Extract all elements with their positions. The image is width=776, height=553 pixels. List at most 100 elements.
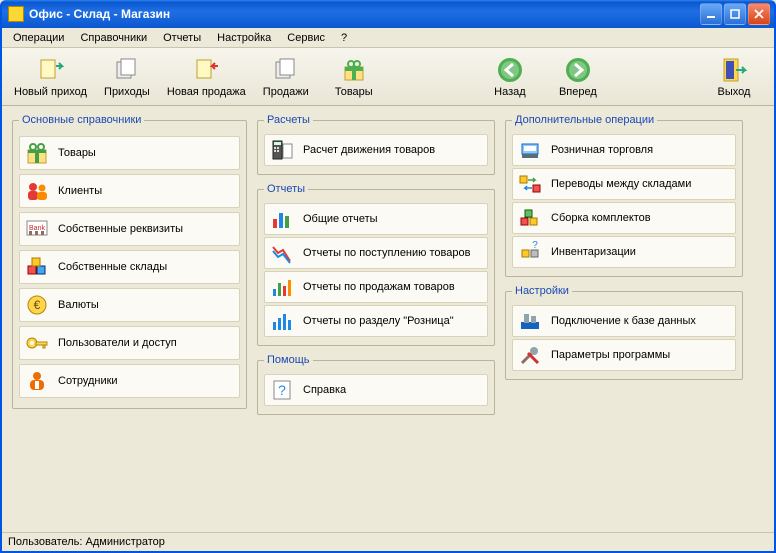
panel_settings-item[interactable]: Подключение к базе данных bbox=[512, 305, 736, 337]
panel_extra-item[interactable]: Сборка комплектов bbox=[512, 202, 736, 234]
panel_main-item[interactable]: Клиенты bbox=[19, 174, 240, 208]
panel_reports-item[interactable]: Отчеты по разделу "Розница" bbox=[264, 305, 488, 337]
panel_extra-item[interactable]: Розничная торговля bbox=[512, 134, 736, 166]
panel_main-item[interactable]: Товары bbox=[19, 136, 240, 170]
panel_extra-item-label: Переводы между складами bbox=[551, 178, 691, 190]
panel-settings-title: Настройки bbox=[512, 285, 572, 297]
panel_reports-item-label: Отчеты по продажам товаров bbox=[303, 281, 455, 293]
exit-icon bbox=[720, 56, 748, 84]
panel_settings-item-label: Подключение к базе данных bbox=[551, 315, 696, 327]
panel-reports: Отчеты Общие отчетыОтчеты по поступлению… bbox=[257, 183, 495, 346]
bar-chart-icon bbox=[269, 206, 295, 232]
help-icon: ? bbox=[269, 377, 295, 403]
svg-text:€: € bbox=[34, 298, 41, 312]
staff-icon bbox=[24, 368, 50, 394]
statusbar: Пользователь: Администратор bbox=[2, 532, 774, 551]
bars-blue-icon bbox=[269, 308, 295, 334]
panel_extra-item-label: Инвентаризации bbox=[551, 246, 636, 258]
panel_main-item[interactable]: Собственные склады bbox=[19, 250, 240, 284]
content-area: Основные справочники Товары Клиенты Bank Со… bbox=[2, 106, 774, 532]
panel_main-item[interactable]: €Валюты bbox=[19, 288, 240, 322]
app-icon bbox=[8, 6, 24, 22]
boxes-icon bbox=[24, 254, 50, 280]
toolbar: Новый приход Приходы Новая продажа Прода… bbox=[2, 48, 774, 106]
titlebar: Офис - Склад - Магазин bbox=[2, 0, 774, 28]
panel_settings-item-label: Параметры программы bbox=[551, 349, 670, 361]
key-icon bbox=[24, 330, 50, 356]
menu-references[interactable]: Справочники bbox=[73, 30, 154, 46]
panel_extra-item[interactable]: Переводы между складами bbox=[512, 168, 736, 200]
svg-text:?: ? bbox=[278, 382, 286, 398]
panel_reports-item[interactable]: Отчеты по продажам товаров bbox=[264, 271, 488, 303]
panel_main-item-label: Пользователи и доступ bbox=[58, 337, 177, 349]
panel_reports-item[interactable]: Отчеты по поступлению товаров bbox=[264, 237, 488, 269]
panel_main-item[interactable]: Пользователи и доступ bbox=[19, 326, 240, 360]
panel_reports-item-label: Отчеты по разделу "Розница" bbox=[303, 315, 454, 327]
panel_calc-item-label: Расчет движения товаров bbox=[303, 144, 435, 156]
calc-icon bbox=[269, 137, 295, 163]
panel-help: Помощь ?Справка bbox=[257, 354, 495, 415]
currency-icon: € bbox=[24, 292, 50, 318]
panel_help-item[interactable]: ? Справка bbox=[264, 374, 488, 406]
menubar: Операции Справочники Отчеты Настройка Се… bbox=[2, 28, 774, 48]
tb-new-sale-label: Новая продажа bbox=[167, 86, 246, 98]
panel_extra-item[interactable]: ? Инвентаризации bbox=[512, 236, 736, 268]
menu-settings[interactable]: Настройка bbox=[210, 30, 278, 46]
panel_extra-item-label: Розничная торговля bbox=[551, 144, 653, 156]
panel_main-item-label: Сотрудники bbox=[58, 375, 118, 387]
transfer-icon bbox=[517, 171, 543, 197]
panel_main-item-label: Клиенты bbox=[58, 185, 102, 197]
tb-goods[interactable]: Товары bbox=[320, 54, 388, 100]
tb-sales-label: Продажи bbox=[263, 86, 309, 98]
panel-calc: Расчеты Расчет движения товаров bbox=[257, 114, 495, 175]
window-title: Офис - Склад - Магазин bbox=[29, 7, 700, 21]
panel_reports-item[interactable]: Общие отчеты bbox=[264, 203, 488, 235]
panel-main-title: Основные справочники bbox=[19, 114, 144, 126]
tb-back[interactable]: Назад bbox=[476, 54, 544, 100]
panel_reports-item-label: Общие отчеты bbox=[303, 213, 378, 225]
status-user-label: Пользователь: bbox=[8, 536, 82, 548]
people-icon bbox=[24, 178, 50, 204]
tb-new-in-label: Новый приход bbox=[14, 86, 87, 98]
panel_main-item-label: Собственные реквизиты bbox=[58, 223, 183, 235]
tb-sales[interactable]: Продажи bbox=[252, 54, 320, 100]
menu-reports[interactable]: Отчеты bbox=[156, 30, 208, 46]
inventory-icon: ? bbox=[517, 239, 543, 265]
svg-text:Bank: Bank bbox=[29, 225, 45, 232]
menu-service[interactable]: Сервис bbox=[280, 30, 332, 46]
panel_main-item[interactable]: Bank Собственные реквизиты bbox=[19, 212, 240, 246]
tb-inbound-label: Приходы bbox=[104, 86, 150, 98]
tb-back-label: Назад bbox=[494, 86, 526, 98]
panel-main: Основные справочники Товары Клиенты Bank Со… bbox=[12, 114, 247, 409]
pos-icon bbox=[517, 137, 543, 163]
inbound-icon bbox=[113, 56, 141, 84]
status-user-value: Администратор bbox=[86, 536, 165, 548]
line-chart-down-icon bbox=[269, 240, 295, 266]
tb-goods-label: Товары bbox=[335, 86, 373, 98]
panel-settings: Настройки Подключение к базе данных Парам… bbox=[505, 285, 743, 380]
app-window: Офис - Склад - Магазин Операции Справочн… bbox=[0, 0, 776, 553]
panel-extra-title: Дополнительные операции bbox=[512, 114, 657, 126]
maximize-button[interactable] bbox=[724, 3, 746, 25]
gift-icon bbox=[24, 140, 50, 166]
assembly-icon bbox=[517, 205, 543, 231]
tb-exit[interactable]: Выход bbox=[700, 54, 768, 100]
menu-help[interactable]: ? bbox=[334, 30, 354, 46]
tb-forward-label: Вперед bbox=[559, 86, 597, 98]
minimize-button[interactable] bbox=[700, 3, 722, 25]
tb-forward[interactable]: Вперед bbox=[544, 54, 612, 100]
tb-inbound[interactable]: Приходы bbox=[93, 54, 161, 100]
tb-new-in[interactable]: Новый приход bbox=[8, 54, 93, 100]
panel-calc-title: Расчеты bbox=[264, 114, 313, 126]
new-in-icon bbox=[36, 56, 64, 84]
tools-icon bbox=[517, 342, 543, 368]
panel_main-item-label: Товары bbox=[58, 147, 96, 159]
svg-text:?: ? bbox=[532, 240, 538, 251]
panel_calc-item[interactable]: Расчет движения товаров bbox=[264, 134, 488, 166]
tb-new-sale[interactable]: Новая продажа bbox=[161, 54, 252, 100]
panel_help-item-label: Справка bbox=[303, 384, 346, 396]
menu-operations[interactable]: Операции bbox=[6, 30, 71, 46]
panel_main-item[interactable]: Сотрудники bbox=[19, 364, 240, 398]
panel_settings-item[interactable]: Параметры программы bbox=[512, 339, 736, 371]
close-button[interactable] bbox=[748, 3, 770, 25]
